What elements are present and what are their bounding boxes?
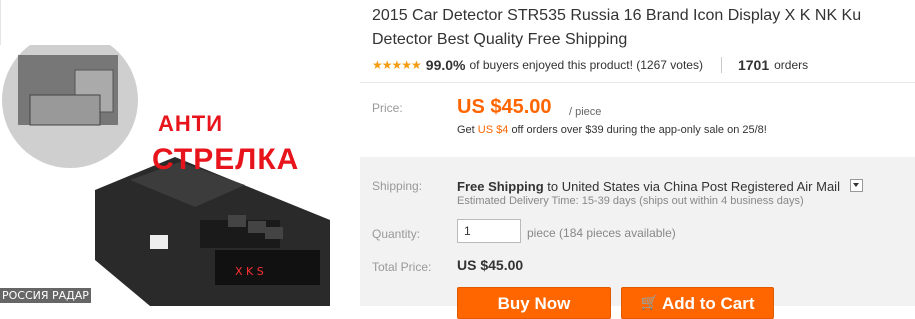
promo-suffix: off orders over $39 during the app-only … <box>511 124 767 136</box>
promo-text: Get US $4 off orders over $39 during the… <box>457 124 767 136</box>
product-title-line-2: Detector Best Quality Free Shipping <box>372 31 628 48</box>
shipping-label: Shipping: <box>372 179 423 193</box>
image-overlay-text-1: АНТИ <box>158 111 224 136</box>
buy-now-label: Buy Now <box>497 294 571 313</box>
rating-summary: ★★★★★ 99.0% of buyers enjoyed this produ… <box>372 56 808 74</box>
shipping-destination[interactable]: United States via China Post Registered … <box>562 179 840 194</box>
rating-text[interactable]: of buyers enjoyed this product! (1267 vo… <box>470 58 703 72</box>
rating-percent: 99.0% <box>425 57 466 73</box>
shipping-method: Free Shipping to United States via China… <box>457 178 863 194</box>
star-rating-icon[interactable]: ★★★★★ <box>372 58 422 72</box>
delivery-estimate: Estimated Delivery Time: 15-39 days (shi… <box>457 195 804 207</box>
image-overlay-text-2: СТРЕЛКА <box>152 143 300 176</box>
section-divider <box>360 82 915 83</box>
promo-prefix: Get <box>457 124 475 136</box>
free-shipping-text: Free Shipping <box>457 179 544 194</box>
price-unit: / piece <box>569 106 602 118</box>
quantity-label: Quantity: <box>372 227 421 241</box>
price-label: Price: <box>372 101 403 115</box>
shipping-to: to <box>547 179 559 194</box>
quantity-available: piece (184 pieces available) <box>527 226 676 240</box>
quantity-input[interactable] <box>457 219 521 243</box>
cart-icon: 🛒 <box>640 294 658 310</box>
svg-text:X K S: X K S <box>235 265 264 278</box>
add-to-cart-button[interactable]: 🛒 Add to Cart <box>621 287 774 319</box>
image-caption: РОССИЯ РАДАР <box>0 288 91 303</box>
total-price-value: US $45.00 <box>457 257 524 273</box>
product-title: 2015 Car Detector STR535 Russia 16 Brand… <box>372 4 915 52</box>
buy-now-button[interactable]: Buy Now <box>457 287 611 319</box>
orders-count: 1701 <box>737 57 770 73</box>
price-value: US $45.00 <box>457 96 552 118</box>
add-to-cart-label: Add to Cart <box>661 294 755 313</box>
shipping-dropdown-icon[interactable] <box>849 179 863 192</box>
total-price-label: Total Price: <box>372 260 432 274</box>
product-main-image[interactable]: X K S АНТИ СТРЕЛКА РОССИЯ РАДАР <box>0 45 335 306</box>
orders-label: orders <box>774 58 809 72</box>
product-detail-panel: 2015 Car Detector STR535 Russia 16 Brand… <box>360 0 915 319</box>
promo-amount: US $4 <box>477 124 509 136</box>
rating-divider <box>720 57 722 73</box>
product-gallery: X K S АНТИ СТРЕЛКА РОССИЯ РАДАР <box>0 0 350 306</box>
product-title-line-1: 2015 Car Detector STR535 Russia 16 Brand… <box>372 7 862 24</box>
